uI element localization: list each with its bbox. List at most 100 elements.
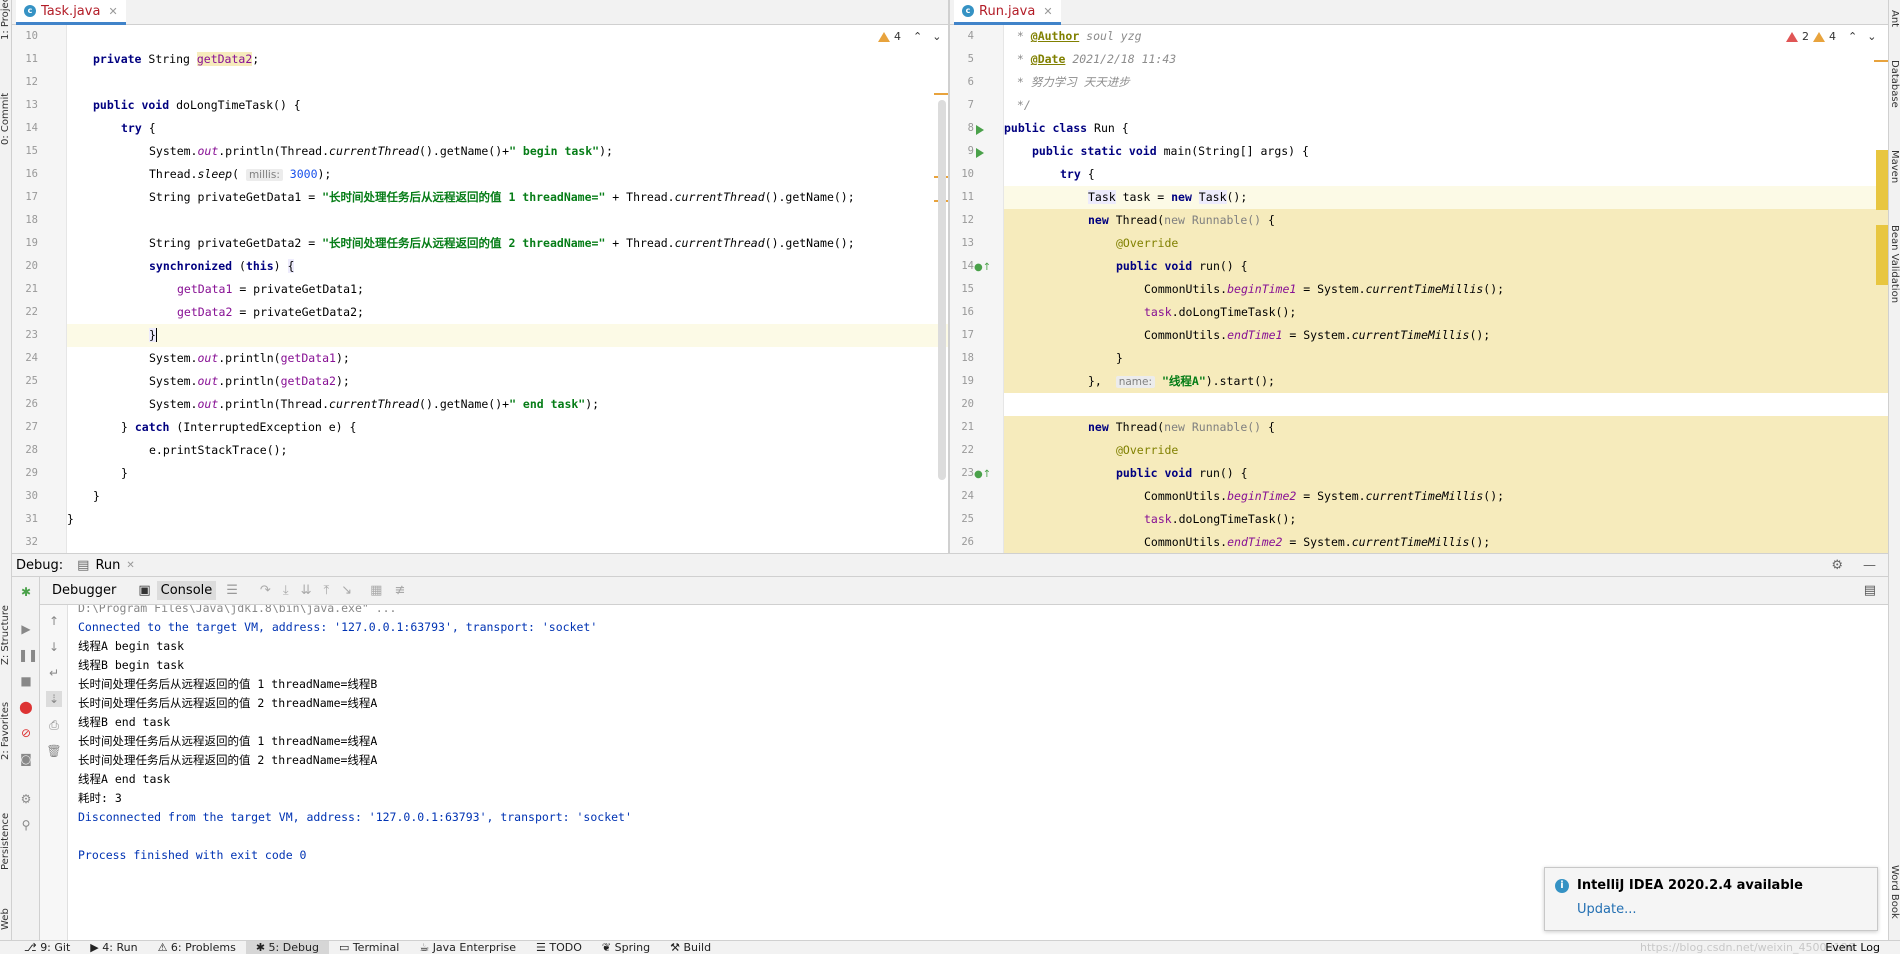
tab-debugger[interactable]: Debugger <box>52 583 116 598</box>
close-icon[interactable]: ✕ <box>1043 5 1052 18</box>
warning-stripe[interactable] <box>934 93 948 95</box>
scroll-to-end-icon[interactable]: ⇣ <box>46 691 62 707</box>
left-code-area[interactable]: private String getData2; public void doL… <box>67 25 948 553</box>
print-icon[interactable]: ⎙ <box>46 717 62 733</box>
statusbar-tab[interactable]: ▶ 4: Run <box>80 941 147 954</box>
statusbar-tab[interactable]: ⚒ Build <box>660 941 721 954</box>
stop-icon[interactable]: ■ <box>18 673 34 689</box>
line-number: 13 <box>25 99 38 111</box>
view-breakpoints-icon[interactable]: ⬤ <box>18 699 34 715</box>
database-tool-tab[interactable]: Database <box>1888 60 1900 140</box>
highlight-stripe[interactable] <box>1876 225 1888 285</box>
run-to-cursor-icon[interactable]: ↘ <box>341 583 352 598</box>
code-line-current: } <box>67 324 948 347</box>
resume-icon[interactable]: ▶ <box>18 621 34 637</box>
tab-run[interactable]: Run <box>95 558 120 573</box>
left-scrollbar[interactable] <box>938 100 946 480</box>
line-number: 15 <box>25 145 38 157</box>
code-line: public void doLongTimeTask() { <box>93 98 301 112</box>
right-code-area[interactable]: * @Author soul yzg * @Date 2021/2/18 11:… <box>1004 25 1888 553</box>
tab-console[interactable]: Console <box>156 581 217 600</box>
web-tool-tab[interactable]: Web <box>0 890 12 930</box>
line-number: 5 <box>967 53 974 65</box>
step-into-icon[interactable]: ⤓ <box>283 583 289 598</box>
run-gutter-icon[interactable] <box>976 125 984 135</box>
code-line: @Override <box>1004 232 1888 255</box>
line-number: 16 <box>961 306 974 318</box>
statusbar-tab[interactable]: ✱ 5: Debug <box>245 941 329 954</box>
force-step-into-icon[interactable]: ⇊ <box>301 583 312 598</box>
word-book-tool-tab[interactable]: Word Book <box>1888 865 1900 940</box>
tab-run-java[interactable]: c Run.java ✕ <box>954 0 1061 25</box>
statusbar-tab-label: Spring <box>614 941 651 954</box>
override-gutter-icon[interactable]: ●↑ <box>974 262 991 273</box>
trace-icon[interactable]: ≢ <box>394 583 405 598</box>
statusbar-tab[interactable]: ❦ Spring <box>592 941 660 954</box>
minimize-icon[interactable]: — <box>1863 558 1876 573</box>
run-gutter-icon[interactable] <box>976 148 984 158</box>
line-number: 18 <box>961 352 974 364</box>
debug-bug-icon[interactable]: ✱ <box>18 584 34 600</box>
step-out-icon[interactable]: ⤒ <box>323 583 329 598</box>
favorites-tool-tab[interactable]: 2: Favorites <box>0 690 12 760</box>
project-tool-tab[interactable]: 1: Project <box>0 0 12 40</box>
code-line: e.printStackTrace(); <box>149 443 288 457</box>
statusbar-tab[interactable]: ☰ TODO <box>526 941 592 954</box>
override-gutter-icon[interactable]: ●↑ <box>974 469 991 480</box>
arrow-up-icon[interactable]: ↑ <box>46 613 62 629</box>
camera-icon[interactable]: ◙ <box>18 751 34 767</box>
run-java-editor: c Run.java ✕ 2 4 ⌃ ⌄ * @Author soul yzg … <box>950 0 1888 553</box>
commit-tool-tab[interactable]: 0: Commit <box>0 70 12 145</box>
trash-icon[interactable]: 🗑 <box>46 743 62 759</box>
statusbar-tab-icon: ☕ <box>419 941 433 954</box>
close-icon[interactable]: ✕ <box>108 5 117 18</box>
statusbar-tab[interactable]: ⚠ 6: Problems <box>148 941 246 954</box>
line-number: 14 <box>25 122 38 134</box>
gear-icon[interactable]: ⚙ <box>1831 558 1843 573</box>
soft-wrap-icon[interactable]: ↵ <box>46 665 62 681</box>
update-notification: i IntelliJ IDEA 2020.2.4 available Updat… <box>1544 867 1878 931</box>
line-number: 21 <box>961 421 974 433</box>
menu-icon[interactable]: ☰ <box>226 583 238 598</box>
line-number: 26 <box>25 398 38 410</box>
code-line: try { <box>1060 167 1095 181</box>
line-number: 15 <box>961 283 974 295</box>
statusbar-tab-label: Build <box>683 941 712 954</box>
line-number: 11 <box>25 53 38 65</box>
bean-validation-tool-tab[interactable]: Bean Validation <box>1888 225 1900 335</box>
java-class-icon: c <box>24 5 36 17</box>
evaluate-icon[interactable]: ▦ <box>370 583 382 598</box>
settings-icon[interactable]: ⚙ <box>18 791 34 807</box>
warning-stripe[interactable] <box>1874 60 1888 62</box>
code-line: } <box>67 512 74 526</box>
structure-tool-tab[interactable]: Z: Structure <box>0 590 12 665</box>
close-icon[interactable]: ✕ <box>126 560 134 571</box>
statusbar-tab[interactable]: ▭ Terminal <box>329 941 409 954</box>
arrow-down-icon[interactable]: ↓ <box>46 639 62 655</box>
step-over-icon[interactable]: ↷ <box>260 583 271 598</box>
line-number: 31 <box>25 513 38 525</box>
pin-icon[interactable]: ⚲ <box>18 817 34 833</box>
line-number: 25 <box>961 513 974 525</box>
tab-task-java[interactable]: c Task.java ✕ <box>16 0 126 25</box>
update-link[interactable]: Update... <box>1577 902 1636 917</box>
statusbar-tab[interactable]: ⎇ 9: Git <box>14 941 80 954</box>
mute-breakpoints-icon[interactable]: ⊘ <box>18 725 34 741</box>
line-number: 10 <box>25 30 38 42</box>
statusbar-tab-icon: ❦ <box>601 941 615 954</box>
persistence-tool-tab[interactable]: Persistence <box>0 790 12 870</box>
pause-icon[interactable]: ❚❚ <box>18 647 38 663</box>
highlight-stripe[interactable] <box>1876 150 1888 210</box>
debug-tool-header: Debug: ▤ Run ✕ ⚙ — <box>12 553 1888 577</box>
code-line: } <box>1004 347 1888 370</box>
statusbar-tab-icon: ⚠ <box>157 941 171 954</box>
line-number: 10 <box>961 168 974 180</box>
right-tool-strip: Ant Database Maven Bean Validation Word … <box>1888 0 1900 940</box>
ant-tool-tab[interactable]: Ant <box>1888 10 1900 50</box>
layout-icon[interactable]: ▤ <box>1864 583 1876 598</box>
maven-tool-tab[interactable]: Maven <box>1888 150 1900 210</box>
event-log[interactable]: Event Log <box>1825 941 1880 954</box>
line-number: 19 <box>961 375 974 387</box>
debug-toolbar: Debugger ▣ Console ☰ ↷ ⤓ ⇊ ⤒ ↘ ▦ ≢ ▤ <box>12 577 1888 605</box>
statusbar-tab[interactable]: ☕ Java Enterprise <box>409 941 526 954</box>
